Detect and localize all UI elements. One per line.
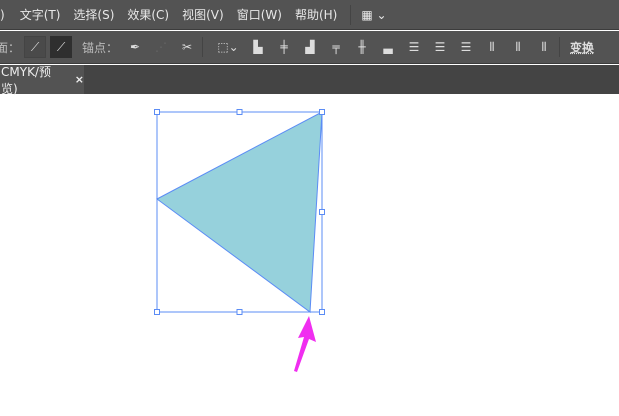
remove-anchor-icon[interactable]: ⋰ — [150, 36, 172, 58]
handle-tl[interactable] — [154, 109, 160, 115]
menu-view[interactable]: 视图(V) — [182, 6, 224, 23]
menu-select[interactable]: 选择(S) — [73, 6, 114, 23]
anchor-label: 锚点： — [82, 40, 119, 55]
distribute-top-icon[interactable]: ☰ — [403, 36, 425, 58]
distribute-right-icon[interactable]: ⫴ — [533, 36, 555, 58]
distribute-hcenter-icon[interactable]: ⫴ — [507, 36, 529, 58]
handle-tc[interactable] — [236, 109, 243, 115]
distribute-left-icon[interactable]: ⫴ — [481, 36, 503, 58]
handle-br[interactable] — [319, 309, 325, 315]
cut-path-icon[interactable]: ✂ — [176, 36, 198, 58]
handle-tr[interactable] — [319, 109, 325, 115]
convert-corner-icon[interactable]: ⟋ — [24, 36, 47, 58]
document-tab-bar: CMYK/预览) × — [0, 64, 619, 96]
left-label: 面： — [0, 40, 21, 55]
align-vcenter-icon[interactable]: ╫ — [351, 36, 373, 58]
menu-effect[interactable]: 效果(C) — [127, 6, 169, 23]
distribute-vcenter-icon[interactable]: ☰ — [429, 36, 451, 58]
tab-title: CMYK/预览) — [1, 64, 51, 96]
transform-link[interactable]: 变换 — [570, 39, 594, 56]
arrow-annotation-icon — [294, 316, 316, 372]
menu-help[interactable]: 帮助(H) — [295, 6, 337, 23]
align-hcenter-icon[interactable]: ╪ — [273, 36, 295, 58]
pen-icon[interactable]: ✒ — [124, 36, 146, 58]
handle-bc[interactable] — [236, 309, 243, 315]
menu-type[interactable]: 文字(T) — [20, 6, 61, 23]
select-bounds-icon[interactable]: ⬚⌄ — [213, 36, 243, 58]
workspace-switcher-icon[interactable]: ▦ ⌄ — [361, 8, 386, 22]
divider — [202, 37, 204, 57]
menu-window[interactable]: 窗口(W) — [237, 6, 282, 23]
align-top-icon[interactable]: ╤ — [325, 36, 347, 58]
distribute-bottom-icon[interactable]: ☰ — [455, 36, 477, 58]
convert-smooth-icon[interactable]: ⟋ — [50, 36, 73, 58]
close-icon[interactable]: × — [75, 73, 84, 86]
align-right-icon[interactable]: ▟ — [299, 36, 321, 58]
align-left-icon[interactable]: ▙ — [247, 36, 269, 58]
triangle-shape[interactable] — [156, 111, 323, 313]
handle-mr[interactable] — [319, 209, 325, 215]
menu-bar: ) 文字(T) 选择(S) 效果(C) 视图(V) 窗口(W) 帮助(H) ▦ … — [0, 0, 619, 30]
document-tab[interactable]: CMYK/预览) × — [0, 64, 84, 96]
menu-partial[interactable]: ) — [0, 8, 5, 22]
align-bottom-icon[interactable]: ▃ — [377, 36, 399, 58]
artboard-canvas[interactable] — [0, 94, 619, 416]
divider — [559, 37, 561, 57]
control-bar: 面： ⟋ ⟋ 锚点： ✒ ⋰ ✂ ⬚⌄ ▙ ╪ ▟ ╤ ╫ ▃ ☰ ☰ ☰ ⫴ … — [0, 31, 619, 64]
handle-bl[interactable] — [154, 309, 160, 315]
divider — [350, 4, 352, 25]
